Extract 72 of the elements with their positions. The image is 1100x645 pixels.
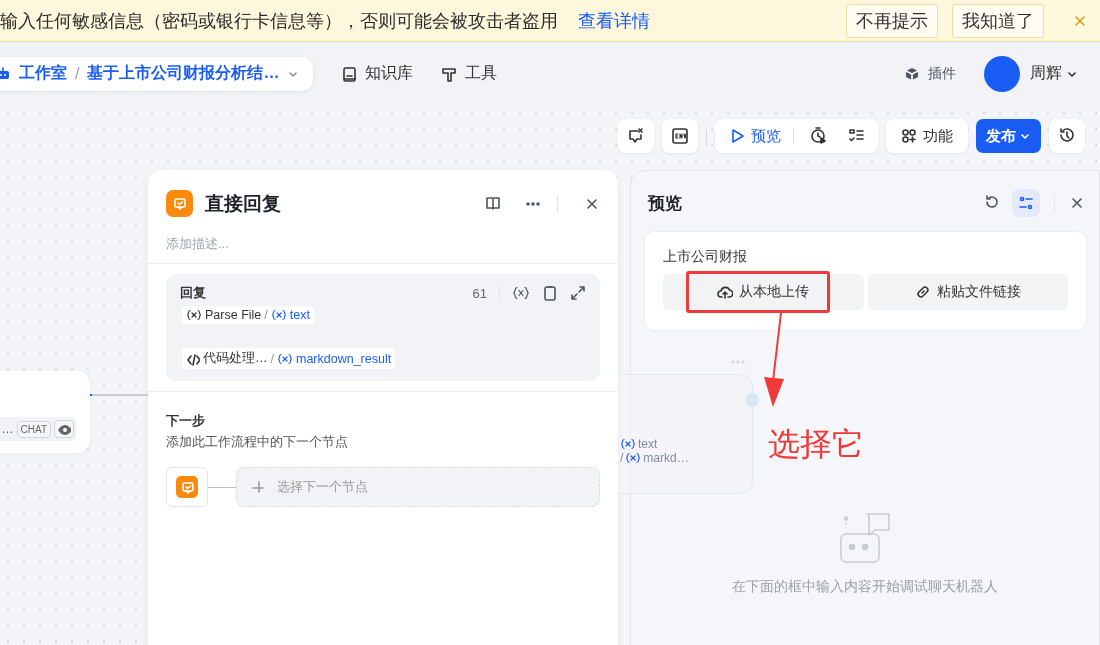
variable-icon bbox=[277, 352, 293, 365]
path-separator: / bbox=[264, 308, 268, 322]
nav-tab[interactable]: 知识库 bbox=[341, 63, 414, 84]
book-icon[interactable] bbox=[485, 194, 503, 213]
variable-icon bbox=[625, 452, 642, 464]
preview-button[interactable]: 预览 bbox=[729, 119, 781, 153]
env-icon bbox=[671, 127, 689, 145]
breadcrumb-link[interactable]: 基于上市公司财报分析结… bbox=[87, 63, 280, 84]
publish-button[interactable]: 发布 bbox=[976, 119, 1041, 153]
path-separator: / bbox=[270, 351, 274, 366]
node-title: 直接回复 bbox=[205, 191, 282, 216]
warning-message: 输入任何敏感信息（密码或银行卡信息等），否则可能会被攻击者盗用 bbox=[0, 9, 558, 33]
chat-cross-icon bbox=[627, 127, 645, 145]
section-description: 添加此工作流程中的下一个节点 bbox=[166, 434, 349, 451]
book-icon bbox=[341, 65, 358, 82]
variable-icon bbox=[620, 438, 636, 450]
settings-button[interactable] bbox=[1012, 189, 1040, 217]
cloud-upload-icon bbox=[717, 284, 734, 300]
panel-title: 预览 bbox=[648, 192, 682, 215]
hammer-icon bbox=[441, 65, 458, 82]
plugin-link[interactable]: 插件 bbox=[904, 64, 956, 83]
breadcrumb-link[interactable]: 工作室 bbox=[19, 63, 67, 84]
plus-icon bbox=[251, 480, 265, 494]
variable-icon[interactable] bbox=[512, 286, 530, 300]
connector-line bbox=[208, 486, 236, 488]
variable-name: markd… bbox=[643, 451, 689, 465]
banner-button[interactable]: 我知道了 bbox=[952, 3, 1044, 38]
upload-button[interactable]: 从本地上传 bbox=[663, 274, 864, 310]
more-icon bbox=[730, 358, 746, 366]
banner-button[interactable]: 不再提示 bbox=[846, 3, 938, 38]
variable-name: text bbox=[638, 437, 658, 451]
grid-icon bbox=[901, 128, 917, 144]
chat-tag: CHAT bbox=[16, 420, 51, 438]
link-icon bbox=[914, 284, 931, 300]
variable-icon bbox=[186, 309, 202, 321]
reply-icon bbox=[171, 195, 188, 212]
reply-editor[interactable]: 回复 61 Parse File / text 代码处理… / markdown_result bbox=[166, 274, 600, 381]
variable-name: text bbox=[289, 308, 310, 322]
nav-tab[interactable]: 工具 bbox=[441, 63, 498, 84]
history-icon bbox=[1058, 127, 1076, 145]
features-button[interactable]: 功能 bbox=[886, 119, 968, 153]
reply-icon bbox=[180, 480, 194, 494]
variable-name: markdown_result bbox=[296, 351, 392, 366]
reply-label: 回复 bbox=[180, 284, 206, 302]
cube-icon bbox=[904, 65, 920, 82]
code-icon bbox=[186, 351, 200, 366]
expand-icon[interactable] bbox=[570, 285, 586, 301]
description-field[interactable]: 添加描述... bbox=[166, 233, 600, 253]
details-link[interactable]: 查看详情 bbox=[578, 8, 650, 33]
annotation-text: 选择它 bbox=[768, 425, 864, 464]
node-text: … bbox=[1, 422, 14, 436]
node-name: Parse File bbox=[205, 308, 262, 322]
section-title: 下一步 bbox=[166, 412, 206, 430]
avatar[interactable] bbox=[984, 55, 1020, 92]
settings-icon bbox=[1018, 195, 1034, 211]
play-icon bbox=[729, 128, 745, 144]
breadcrumb-separator: / bbox=[75, 64, 80, 83]
close-icon[interactable] bbox=[1069, 195, 1085, 211]
timer-icon bbox=[810, 127, 828, 145]
empty-state-text: 在下面的框中输入内容开始调试聊天机器人 bbox=[732, 578, 998, 596]
clipboard-icon[interactable] bbox=[542, 285, 558, 301]
user-menu[interactable]: 周辉 bbox=[1030, 63, 1078, 84]
character-count: 61 bbox=[472, 285, 487, 301]
paste-link-button[interactable]: 粘贴文件链接 bbox=[867, 274, 1068, 310]
chat-button[interactable] bbox=[618, 119, 654, 153]
variable-icon bbox=[270, 309, 287, 321]
chatbot-icon bbox=[837, 510, 893, 566]
node-name: 代码处理… bbox=[203, 350, 268, 367]
env-button[interactable] bbox=[662, 119, 698, 153]
path-separator: / bbox=[620, 451, 624, 465]
history-button[interactable] bbox=[1049, 119, 1085, 153]
field-label: 上市公司财报 bbox=[663, 248, 748, 266]
